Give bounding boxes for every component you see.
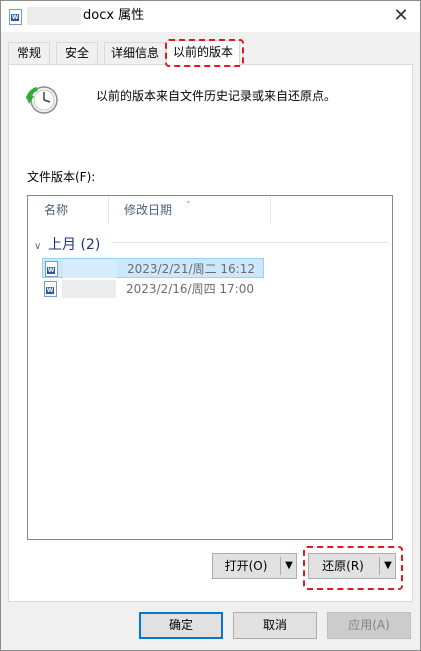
- word-document-icon: W: [44, 281, 57, 297]
- word-document-icon: W: [45, 261, 58, 277]
- file-name-redacted: [63, 260, 117, 278]
- word-document-icon: W: [9, 9, 22, 25]
- restore-split-button[interactable]: 还原(R) ▼: [308, 553, 396, 579]
- group-last-month[interactable]: ∨ 上月 (2): [34, 234, 101, 253]
- file-modified-date: 2023/2/16/周四 17:00: [126, 282, 254, 296]
- window-title: docx 属性: [83, 8, 145, 23]
- tab-general[interactable]: 常规: [8, 42, 50, 64]
- column-separator: [270, 196, 271, 224]
- title-bar: W docx 属性 ✕: [1, 1, 420, 32]
- tab-previous-versions[interactable]: 以前的版本: [166, 40, 240, 65]
- ok-button[interactable]: 确定: [139, 612, 223, 639]
- file-name-redacted: [62, 280, 116, 298]
- column-name[interactable]: 名称: [28, 196, 108, 224]
- info-text: 以前的版本来自文件历史记录或来自还原点。: [96, 89, 337, 103]
- open-button[interactable]: 打开(O): [213, 554, 279, 578]
- file-versions-label: 文件版本(F):: [27, 170, 96, 184]
- dropdown-arrow-icon[interactable]: ▼: [380, 554, 396, 578]
- close-icon[interactable]: ✕: [390, 5, 412, 27]
- restore-button[interactable]: 还原(R): [309, 554, 377, 578]
- previous-versions-panel: 以前的版本来自文件历史记录或来自还原点。 文件版本(F): 名称 修改日期 ⌄ …: [8, 64, 413, 602]
- open-split-button[interactable]: 打开(O) ▼: [212, 553, 297, 579]
- group-label: 上月 (2): [48, 237, 101, 253]
- group-divider: [112, 242, 388, 243]
- file-versions-list[interactable]: 名称 修改日期 ⌄ ∨ 上月 (2) W 2023/2/21/周二 16:12 W…: [27, 195, 393, 540]
- list-item[interactable]: W 2023/2/21/周二 16:12: [42, 258, 264, 278]
- cancel-button[interactable]: 取消: [233, 612, 317, 639]
- file-modified-date: 2023/2/21/周二 16:12: [127, 262, 255, 276]
- dropdown-arrow-icon[interactable]: ▼: [281, 554, 297, 578]
- sort-chevron-icon: ⌄: [185, 196, 192, 205]
- tab-details[interactable]: 详细信息: [104, 42, 166, 64]
- tab-security[interactable]: 安全: [56, 42, 98, 64]
- restore-clock-icon: [26, 86, 58, 114]
- apply-button[interactable]: 应用(A): [327, 612, 411, 639]
- list-item[interactable]: W 2023/2/16/周四 17:00: [42, 279, 264, 299]
- chevron-down-icon: ∨: [34, 241, 42, 252]
- title-filename-redacted: [27, 7, 81, 25]
